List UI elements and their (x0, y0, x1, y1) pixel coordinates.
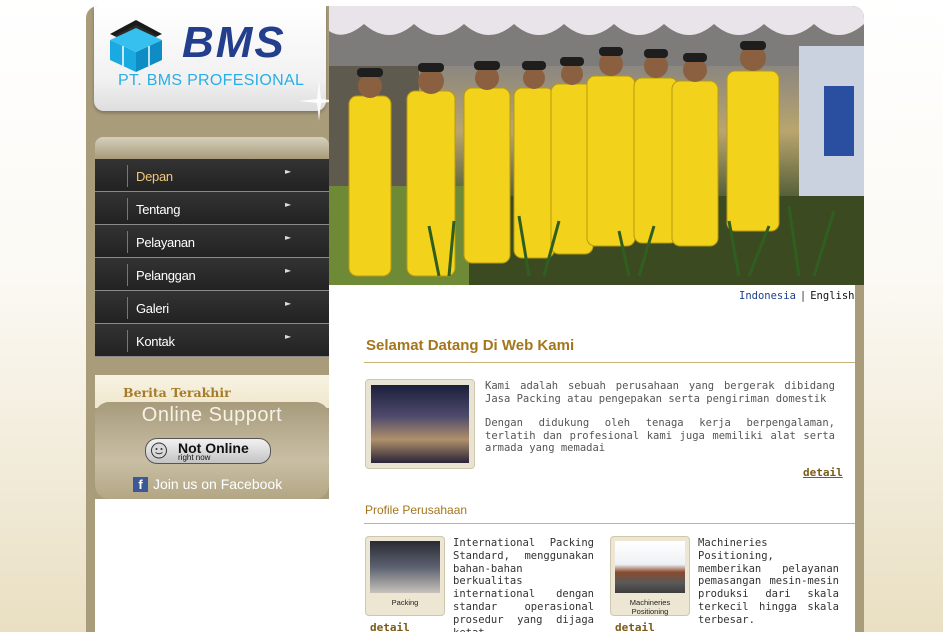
welcome-paragraph: Dengan didukung oleh tenaga kerja berpen… (485, 417, 835, 454)
packing-thumbnail[interactable]: Packing (365, 536, 445, 616)
arrow-right-icon: ► (285, 233, 292, 242)
sidebar-filler (95, 499, 329, 632)
online-status-button[interactable]: Not Online right now (145, 438, 271, 464)
nav-item-pelanggan[interactable]: Pelanggan ► (95, 258, 329, 291)
left-column: BMS PT. BMS PROFESIONAL Depan ► Tentang … (86, 6, 339, 632)
nav-item-label: Galeri (136, 301, 169, 316)
online-support-box: Online Support Not Online right now f Jo… (95, 402, 329, 499)
online-support-title: Online Support (141, 404, 283, 426)
cube-logo-icon (110, 20, 162, 72)
language-separator: | (799, 290, 807, 302)
logo-brand-text: BMS (182, 18, 286, 67)
banner-photo (329, 6, 864, 285)
nav-item-pelayanan[interactable]: Pelayanan ► (95, 225, 329, 258)
arrow-right-icon: ► (285, 332, 292, 341)
arrow-right-icon: ► (285, 266, 292, 275)
profile-heading: Profile Perusahaan (365, 503, 468, 517)
nav-item-galeri[interactable]: Galeri ► (95, 291, 329, 324)
status-sub-text: right now (178, 453, 211, 462)
page-container: BMS PT. BMS PROFESIONAL Depan ► Tentang … (86, 6, 864, 632)
office-image (371, 385, 469, 463)
welcome-detail-link[interactable]: detail (803, 466, 843, 479)
facebook-link-label: Join us on Facebook (153, 476, 283, 492)
facebook-link[interactable]: f Join us on Facebook (133, 476, 282, 492)
nav-item-kontak[interactable]: Kontak ► (95, 324, 329, 357)
packing-detail-link[interactable]: detail (370, 621, 410, 632)
language-indonesia-link[interactable]: Indonesia (739, 290, 796, 302)
machineries-image (615, 541, 685, 593)
machineries-thumbnail-label: Machineries Positioning (629, 598, 671, 616)
divider (364, 362, 855, 363)
right-border-bar (855, 285, 864, 632)
welcome-paragraph: Kami adalah sebuah perusahaan yang berge… (485, 380, 835, 405)
welcome-heading: Selamat Datang Di Web Kami (366, 337, 575, 354)
news-title[interactable]: Berita Terakhir (123, 385, 231, 400)
nav-item-label: Tentang (136, 202, 181, 217)
machineries-thumbnail[interactable]: Machineries Positioning (610, 536, 690, 616)
nav-item-depan[interactable]: Depan ► (95, 159, 329, 192)
nav-item-label: Depan (136, 169, 173, 184)
arrow-right-icon: ► (285, 200, 292, 209)
welcome-thumbnail (365, 379, 475, 469)
language-switcher: Indonesia | English (739, 290, 855, 302)
nav-item-label: Kontak (136, 334, 175, 349)
packing-thumbnail-label: Packing (391, 598, 419, 607)
logo-company-name: PT. BMS PROFESIONAL (118, 72, 305, 89)
menu-footer-bar (95, 357, 329, 375)
packing-description: International Packing Standard, mengguna… (453, 537, 594, 632)
menu-header-bar (95, 137, 329, 159)
arrow-right-icon: ► (285, 299, 292, 308)
machineries-description: Machineries Positioning, memberikan pela… (698, 537, 839, 626)
language-english-link[interactable]: English (810, 290, 854, 302)
nav-item-label: Pelayanan (136, 235, 195, 250)
nav-item-tentang[interactable]: Tentang ► (95, 192, 329, 225)
team-photo-illustration (329, 6, 864, 285)
divider (364, 523, 855, 524)
logo[interactable]: BMS PT. BMS PROFESIONAL (94, 6, 339, 121)
packing-image (370, 541, 440, 593)
main-nav: Depan ► Tentang ► Pelayanan ► Pelanggan … (95, 159, 329, 357)
facebook-icon: f (133, 476, 148, 492)
welcome-body: Kami adalah sebuah perusahaan yang berge… (485, 380, 835, 467)
messenger-smiley-icon (151, 442, 167, 459)
machineries-detail-link[interactable]: detail (615, 621, 655, 632)
nav-item-label: Pelanggan (136, 268, 196, 283)
arrow-right-icon: ► (285, 167, 292, 176)
